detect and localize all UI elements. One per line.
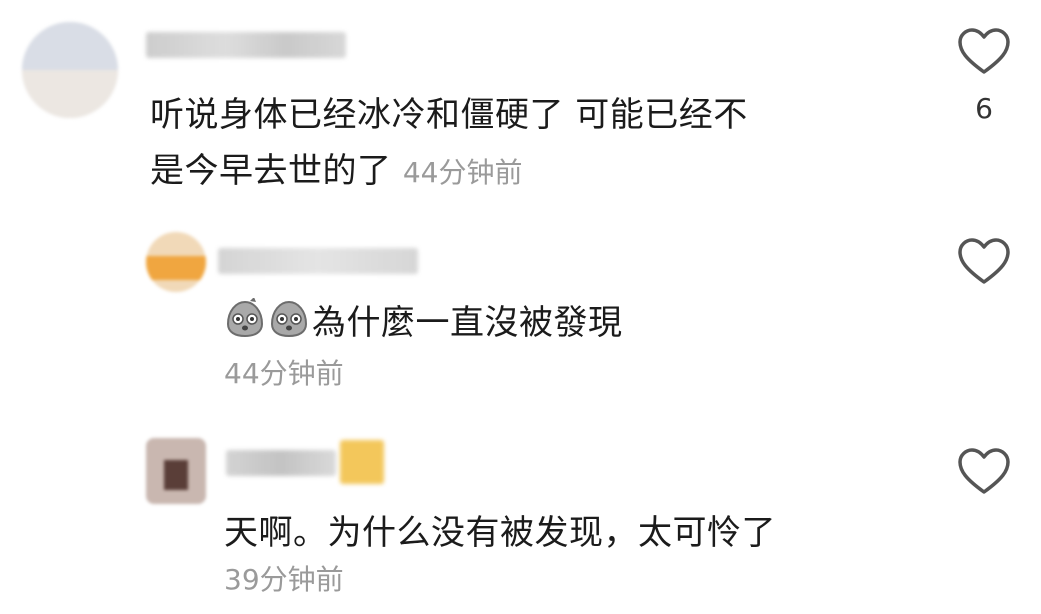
comment-timestamp: 39分钟前 xyxy=(224,563,344,596)
reply-item: 為什麼一直沒被發現 44分钟前 xyxy=(0,220,1041,410)
comment-text-continued: 是今早去世的了 44分钟前 xyxy=(150,146,522,198)
avatar[interactable] xyxy=(146,438,206,504)
comment-item: 听说身体已经冰冷和僵硬了 可能已经不 是今早去世的了 44分钟前 6 xyxy=(0,0,1041,200)
like-count: 6 xyxy=(975,92,993,125)
comment-text: 天啊。为什么没有被发现，太可怜了 xyxy=(224,513,776,553)
comment-text: 為什麼一直沒被發現 xyxy=(224,298,623,348)
username[interactable] xyxy=(218,248,418,274)
avatar[interactable] xyxy=(146,232,206,292)
comment-text-body: 為什麼一直沒被發現 xyxy=(312,303,623,343)
heart-outline-icon[interactable] xyxy=(956,236,1012,288)
heart-outline-icon[interactable] xyxy=(956,446,1012,498)
heart-outline-icon[interactable] xyxy=(956,26,1012,78)
user-badge xyxy=(340,440,384,484)
comment-timestamp: 44分钟前 xyxy=(224,357,344,390)
comment-text: 听说身体已经冰冷和僵硬了 可能已经不 xyxy=(150,95,748,135)
comment-text-line2: 是今早去世的了 xyxy=(150,151,392,191)
username[interactable] xyxy=(226,450,336,476)
username[interactable] xyxy=(146,32,346,58)
reply-item: 天啊。为什么没有被发现，太可怜了 39分钟前 xyxy=(0,430,1041,614)
comment-timestamp: 44分钟前 xyxy=(402,156,523,189)
shocked-sticker-emoji xyxy=(226,298,264,338)
avatar[interactable] xyxy=(22,22,118,118)
shocked-sticker-emoji xyxy=(270,300,308,338)
